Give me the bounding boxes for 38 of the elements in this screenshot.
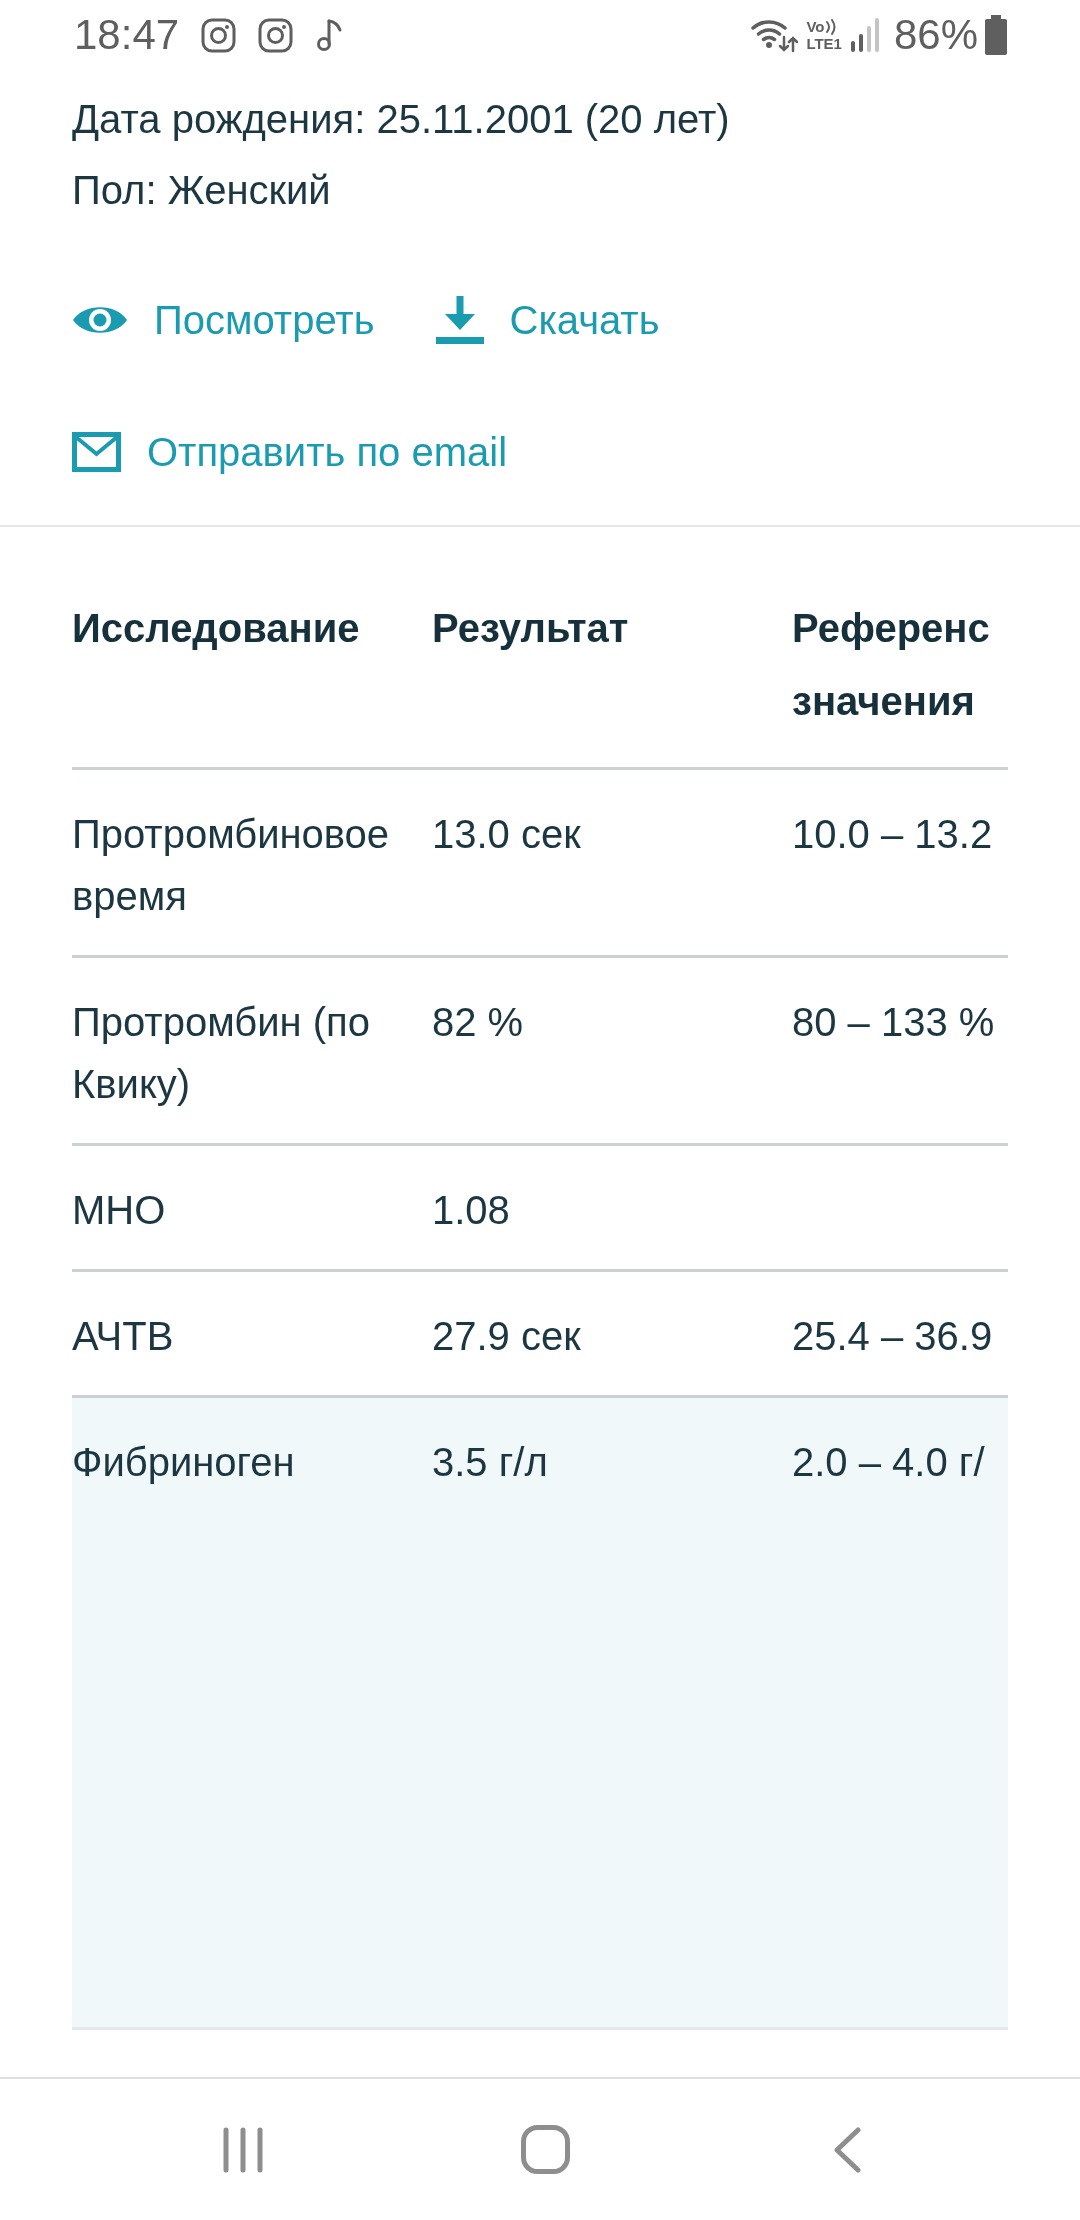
sex-text: Пол: Женский bbox=[72, 167, 332, 214]
envelope-icon bbox=[72, 432, 121, 472]
status-time: 18:47 bbox=[74, 10, 180, 60]
camera-icon bbox=[258, 17, 294, 53]
recent-apps-icon[interactable] bbox=[222, 2126, 264, 2173]
call-waves-icon bbox=[825, 18, 838, 35]
table-cell-text: 10.0 – 13.2 bbox=[792, 811, 994, 858]
battery-percentage: 86% bbox=[893, 10, 978, 60]
battery-icon bbox=[984, 15, 1008, 55]
download-icon bbox=[435, 296, 484, 344]
table-cell-text: 3.5 г/л bbox=[432, 1439, 549, 1486]
table-cell-text: Протромбин (по Квику) bbox=[72, 999, 371, 1108]
table-cell-text: Фибриноген bbox=[72, 1439, 296, 1486]
column-header: Исследование bbox=[72, 605, 361, 652]
table-cell-text: 25.4 – 36.9 bbox=[792, 1313, 994, 1360]
column-header: Референс значения bbox=[792, 605, 991, 725]
birth-date-text: Дата рождения: 25.11.2001 (20 лет) bbox=[72, 96, 731, 143]
download-link[interactable]: Скачать bbox=[435, 290, 660, 350]
network-type-label: LTE1 bbox=[806, 35, 842, 52]
email-link[interactable]: Отправить по email bbox=[72, 422, 508, 482]
table-cell-text: 80 – 133 % bbox=[792, 999, 996, 1046]
table-cell-text: Протромбиновое время bbox=[72, 811, 391, 920]
volte-label: Vo bbox=[806, 18, 825, 35]
table-cell-text: 27.9 сек bbox=[432, 1313, 582, 1360]
wifi-icon bbox=[750, 17, 799, 53]
table-cell-text: 13.0 сек bbox=[432, 811, 582, 858]
column-header: Результат bbox=[432, 605, 630, 652]
table-cell-text: 1.08 bbox=[432, 1187, 511, 1234]
back-icon[interactable] bbox=[833, 2126, 861, 2173]
music-note-icon bbox=[315, 18, 344, 52]
table-cell-text: МНО bbox=[72, 1187, 167, 1234]
table-cell-text: 2.0 – 4.0 г/ bbox=[792, 1439, 986, 1486]
table-cell-text: 82 % bbox=[432, 999, 525, 1046]
table-cell-text: АЧТВ bbox=[72, 1313, 175, 1360]
view-link[interactable]: Посмотреть bbox=[72, 290, 375, 350]
home-icon[interactable] bbox=[520, 2125, 570, 2174]
signal-bars-icon bbox=[849, 17, 880, 53]
camera-icon bbox=[201, 17, 237, 53]
